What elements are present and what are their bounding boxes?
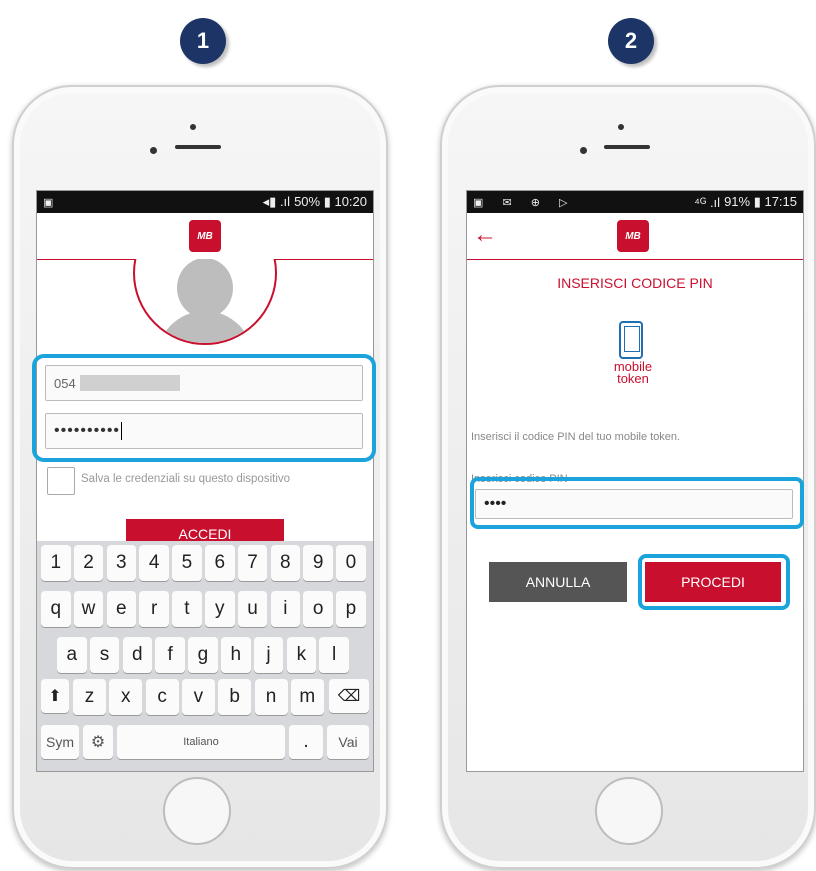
proceed-highlight — [638, 554, 790, 610]
period-key[interactable]: . — [289, 725, 323, 759]
key-d[interactable]: d — [122, 637, 153, 673]
remember-label: Salva le credenziali su questo dispositi… — [81, 473, 291, 485]
key-l[interactable]: l — [319, 637, 349, 673]
key-o[interactable]: o — [303, 591, 333, 627]
key-q[interactable]: q — [41, 591, 71, 627]
key-c[interactable]: c — [145, 679, 179, 715]
token-label-line2: token — [617, 371, 649, 386]
key-b[interactable]: b — [218, 679, 252, 715]
signal-icon: ⁴ᴳ .ıl — [694, 194, 721, 210]
speaker-grille — [175, 145, 221, 149]
back-arrow-icon[interactable]: ← — [473, 221, 497, 249]
shift-key[interactable]: ⬆ — [41, 679, 69, 713]
key-p[interactable]: p — [336, 591, 366, 627]
instruction-text: Inserisci il codice PIN del tuo mobile t… — [471, 431, 681, 443]
key-g[interactable]: g — [188, 637, 218, 673]
status-time: 91% ▮ 17:15 — [724, 194, 797, 209]
key-s[interactable]: s — [89, 637, 120, 673]
key-8[interactable]: 8 — [270, 545, 301, 581]
key-4[interactable]: 4 — [139, 545, 169, 581]
step-badge-1: 1 — [180, 18, 226, 64]
screen-1: ▣ ◂▮ .ıl 50% ▮ 10:20 MB 054 •••••••••• S… — [36, 190, 374, 772]
speaker-grille — [604, 145, 650, 149]
cancel-button[interactable]: ANNULLA — [489, 562, 627, 602]
key-j[interactable]: j — [253, 637, 284, 673]
key-2[interactable]: 2 — [73, 545, 104, 581]
enter-key[interactable]: Vai — [327, 725, 369, 759]
backspace-key[interactable]: ⌫ — [329, 679, 369, 713]
app-header: MB — [37, 213, 373, 260]
soft-keyboard: ⬆ ⌫ Sym ⚙ Italiano . Vai 1234567890 qwert… — [37, 541, 373, 771]
key-0[interactable]: 0 — [336, 545, 366, 581]
key-m[interactable]: m — [290, 679, 324, 715]
key-f[interactable]: f — [155, 637, 185, 673]
signal-icon: ◂▮ .ıl — [262, 194, 291, 209]
key-a[interactable]: a — [57, 637, 87, 673]
notification-icons: ▣ ✉ ⊕ ▷ — [473, 196, 576, 209]
key-x[interactable]: x — [109, 679, 143, 715]
sensor-icon — [190, 124, 196, 130]
sensor-icon — [618, 124, 624, 130]
key-3[interactable]: 3 — [106, 545, 137, 581]
key-z[interactable]: z — [73, 679, 106, 715]
remember-checkbox[interactable] — [47, 467, 75, 495]
mobile-phone-icon — [619, 321, 643, 359]
front-camera-icon — [150, 147, 157, 154]
key-t[interactable]: t — [172, 591, 202, 627]
key-y[interactable]: y — [205, 591, 235, 627]
key-7[interactable]: 7 — [237, 545, 268, 581]
step-badge-2: 2 — [608, 18, 654, 64]
key-e[interactable]: e — [106, 591, 137, 627]
home-button[interactable] — [595, 777, 663, 845]
key-k[interactable]: k — [286, 637, 317, 673]
avatar-head — [177, 259, 233, 318]
settings-key-icon[interactable]: ⚙ — [83, 725, 113, 759]
key-5[interactable]: 5 — [172, 545, 202, 581]
key-h[interactable]: h — [221, 637, 251, 673]
status-bar: ▣ ✉ ⊕ ▷ ⁴ᴳ .ıl 91% ▮ 17:15 — [467, 191, 803, 213]
phone-screen-icon — [624, 326, 640, 352]
bank-logo: MB — [189, 220, 221, 252]
key-w[interactable]: w — [73, 591, 104, 627]
bank-logo: MB — [617, 220, 649, 252]
avatar-body — [157, 311, 253, 343]
app-header: ← MB — [467, 213, 803, 260]
key-n[interactable]: n — [254, 679, 288, 715]
status-bar: ▣ ◂▮ .ıl 50% ▮ 10:20 — [37, 191, 373, 213]
page-title: INSERISCI CODICE PIN — [557, 275, 713, 291]
key-6[interactable]: 6 — [205, 545, 235, 581]
key-1[interactable]: 1 — [41, 545, 71, 581]
home-button[interactable] — [163, 777, 231, 845]
key-9[interactable]: 9 — [303, 545, 333, 581]
key-r[interactable]: r — [139, 591, 169, 627]
credentials-highlight — [32, 354, 376, 462]
key-v[interactable]: v — [181, 679, 215, 715]
sym-key[interactable]: Sym — [41, 725, 79, 759]
notification-icon: ▣ — [43, 196, 54, 209]
space-key[interactable]: Italiano — [117, 725, 285, 759]
mobile-token-logo: mobile token — [605, 360, 661, 386]
key-u[interactable]: u — [237, 591, 268, 627]
key-i[interactable]: i — [270, 591, 301, 627]
status-time: 50% ▮ 10:20 — [294, 194, 367, 209]
pin-highlight — [470, 477, 804, 529]
front-camera-icon — [580, 147, 587, 154]
